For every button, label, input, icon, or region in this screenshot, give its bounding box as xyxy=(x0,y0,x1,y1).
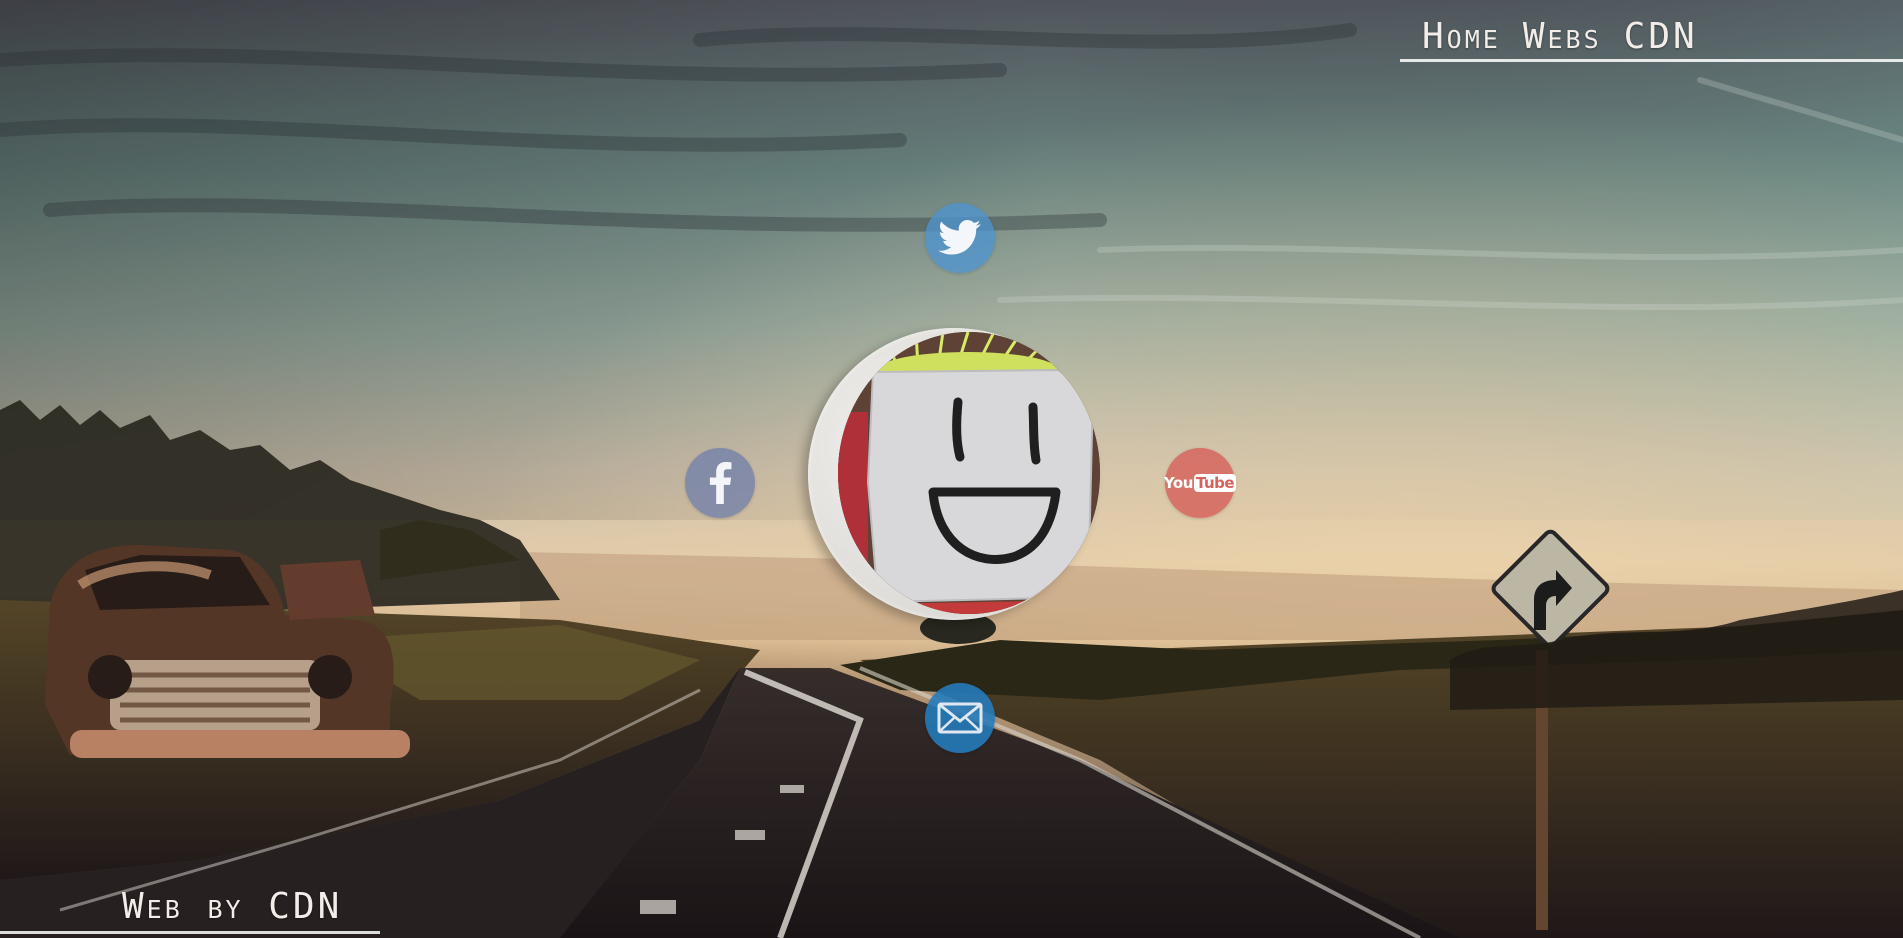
youtube-label-you: You xyxy=(1163,474,1193,492)
twitter-bird-icon xyxy=(938,220,981,255)
youtube-link[interactable]: You Tube xyxy=(1163,448,1237,518)
top-navigation: Home Webs CDN xyxy=(1400,12,1903,62)
smiley-face-avatar xyxy=(838,332,1100,614)
nav-links: Home Webs CDN xyxy=(1422,16,1698,57)
credit-text: Web by CDN xyxy=(122,886,343,927)
nav-link-cdn[interactable]: CDN xyxy=(1624,16,1698,57)
credit-underline xyxy=(0,931,380,934)
email-link[interactable] xyxy=(925,683,995,753)
footer-credit: Web by CDN xyxy=(0,886,380,938)
twitter-link[interactable] xyxy=(925,203,995,273)
facebook-f-icon xyxy=(709,462,732,504)
avatar[interactable] xyxy=(838,332,1100,614)
envelope-icon xyxy=(937,702,983,734)
youtube-logo-icon: You Tube xyxy=(1163,474,1237,492)
nav-link-home[interactable]: Home xyxy=(1422,16,1501,57)
nav-link-webs[interactable]: Webs xyxy=(1523,16,1602,57)
nav-underline xyxy=(1400,59,1903,62)
avatar-frame xyxy=(808,328,1100,620)
facebook-link[interactable] xyxy=(685,448,755,518)
youtube-label-tube: Tube xyxy=(1193,474,1237,492)
